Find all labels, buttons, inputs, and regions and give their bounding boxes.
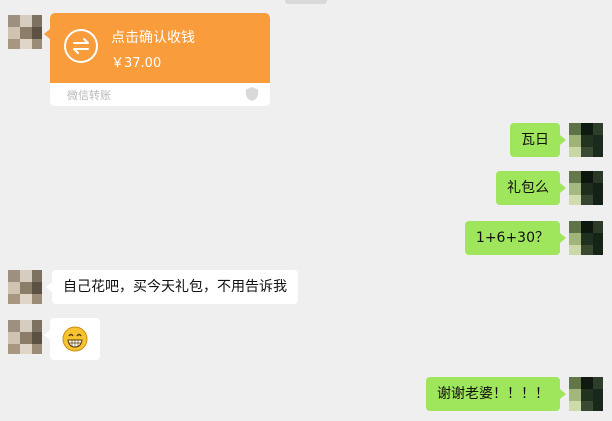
message-text: 谢谢老婆！！！！ <box>437 386 549 402</box>
transfer-title: 点击确认收钱 <box>111 30 195 46</box>
top-edge-fragment <box>285 0 327 4</box>
avatar-self[interactable] <box>569 171 603 205</box>
avatar-contact[interactable] <box>8 15 42 49</box>
message-bubble-incoming[interactable]: 自己花吧，买今天礼包，不用告诉我 <box>46 270 298 304</box>
message-bubble-outgoing[interactable]: 瓦日 <box>510 123 566 157</box>
avatar-contact[interactable] <box>8 270 42 304</box>
grinning-face-icon <box>62 326 88 352</box>
transfer-arrows-icon <box>64 29 98 63</box>
message-bubble-outgoing[interactable]: 礼包么 <box>496 171 566 205</box>
message-text: 瓦日 <box>521 132 549 148</box>
message-text: 礼包么 <box>507 180 549 196</box>
message-text: 1+6+30？ <box>475 230 549 246</box>
transfer-amount: ￥37.00 <box>111 56 162 71</box>
avatar-self[interactable] <box>569 123 603 157</box>
message-text: 自己花吧，买今天礼包，不用告诉我 <box>63 279 287 295</box>
message-bubble-outgoing[interactable]: 谢谢老婆！！！！ <box>426 377 566 411</box>
avatar-self[interactable] <box>569 377 603 411</box>
avatar-contact[interactable] <box>8 320 42 354</box>
message-bubble-outgoing[interactable]: 1+6+30？ <box>464 221 567 255</box>
shield-icon <box>246 87 258 101</box>
avatar-self[interactable] <box>569 221 603 255</box>
message-bubble-incoming-emoji[interactable] <box>44 318 100 360</box>
transfer-card-footer: 微信转账 <box>50 83 270 106</box>
transfer-card[interactable]: 点击确认收钱 ￥37.00 微信转账 <box>44 13 270 106</box>
transfer-brand-label: 微信转账 <box>67 89 111 102</box>
transfer-card-header: 点击确认收钱 ￥37.00 <box>50 13 270 83</box>
